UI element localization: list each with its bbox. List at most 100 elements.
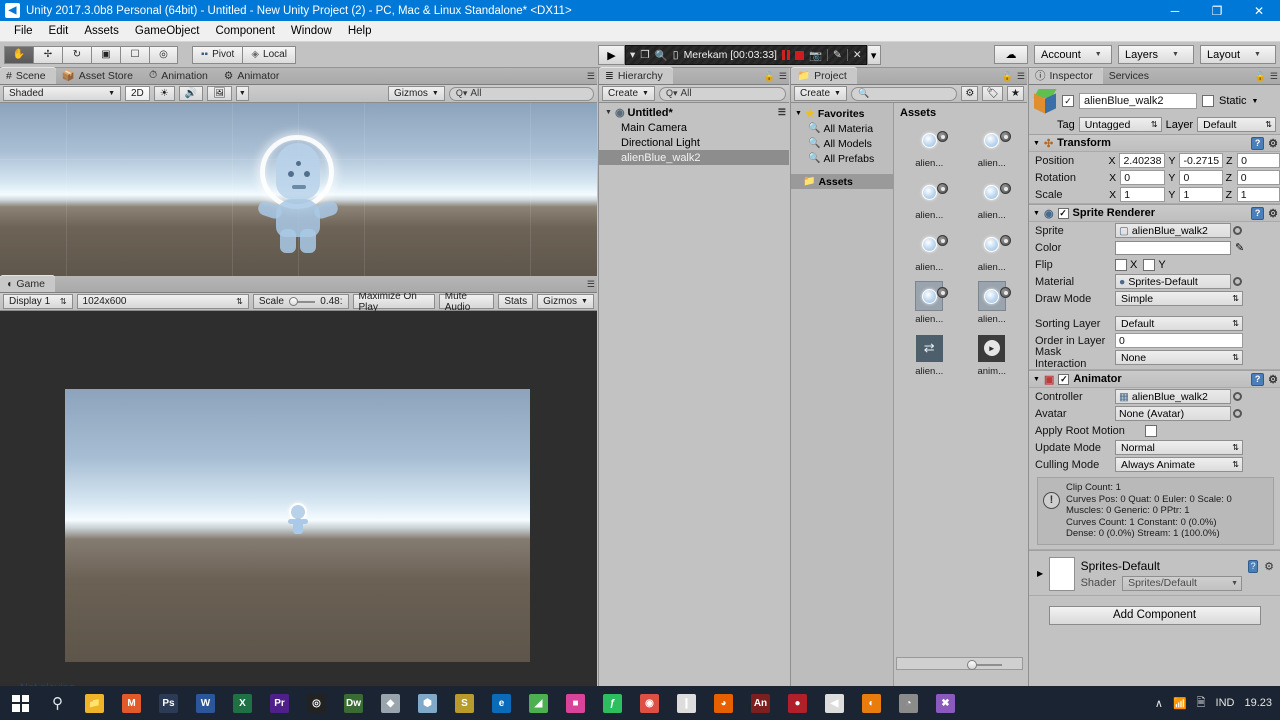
tab-scene[interactable]: # Scene xyxy=(0,67,56,84)
scale-y-field[interactable]: 1 xyxy=(1179,187,1223,202)
rotation-x-field[interactable]: 0 xyxy=(1120,170,1166,185)
recorder-camera-icon[interactable]: 📷 xyxy=(809,49,822,62)
recorder-window-icon[interactable]: ❐ xyxy=(640,49,649,61)
tab-services[interactable]: Services xyxy=(1103,68,1159,84)
flip-y-checkbox[interactable] xyxy=(1143,258,1156,271)
update-mode-dropdown[interactable]: Normal ⇅ xyxy=(1115,440,1243,455)
filter-label-icon[interactable]: 🏷 xyxy=(982,86,1004,101)
recorder-dropdown-icon[interactable]: ▾ xyxy=(630,49,635,61)
sprite-picker-icon[interactable] xyxy=(1233,226,1242,235)
tag-dropdown[interactable]: Untagged ⇅ xyxy=(1078,117,1162,132)
chevron-down-icon[interactable]: ▼ xyxy=(1033,140,1040,147)
root-motion-checkbox[interactable] xyxy=(1145,424,1157,437)
tab-hierarchy[interactable]: ≣ Hierarchy xyxy=(599,67,673,84)
recorder-zoom-icon[interactable]: 🔍 xyxy=(655,49,668,62)
taskbar-search-icon[interactable]: ⚲ xyxy=(39,686,76,720)
menu-window[interactable]: Window xyxy=(283,23,340,39)
sprite-renderer-header[interactable]: ▼ ◉ ✓ Sprite Renderer ? ⚙ xyxy=(1029,205,1280,222)
taskbar-app-dreamweaver[interactable]: Dw xyxy=(335,686,372,720)
scale-knob[interactable] xyxy=(288,297,298,306)
asset-item[interactable]: alien... xyxy=(961,175,1024,221)
chevron-right-icon[interactable]: ▶ xyxy=(1037,569,1043,578)
tab-inspector[interactable]: ⓘ Inspector xyxy=(1029,68,1103,84)
gizmos-dropdown[interactable]: Gizmos ▼ xyxy=(388,86,445,101)
flip-x-checkbox[interactable] xyxy=(1115,258,1127,271)
tab-game[interactable]: ◖ Game xyxy=(0,275,55,292)
gear-icon[interactable]: ⚙ xyxy=(1268,137,1278,150)
asset-item[interactable]: alien... xyxy=(961,123,1024,169)
tab-asset-store[interactable]: 📦 Asset Store xyxy=(56,67,143,84)
hierarchy-panel-menu[interactable]: 🔓 ☰ xyxy=(764,71,787,82)
game-gizmos-dropdown[interactable]: Gizmos ▼ xyxy=(537,294,594,309)
draw-mode-dropdown[interactable]: Simple ⇅ xyxy=(1115,291,1243,306)
avatar-picker-icon[interactable] xyxy=(1233,409,1242,418)
position-y-field[interactable]: -0.2715 xyxy=(1179,153,1224,168)
controller-picker-icon[interactable] xyxy=(1233,392,1242,401)
taskbar-app-sublime[interactable]: S xyxy=(446,686,483,720)
static-dropdown-icon[interactable]: ▼ xyxy=(1252,98,1259,105)
scene-lighting-icon[interactable]: ☀ xyxy=(153,86,175,101)
avatar-object-field[interactable]: None (Avatar) xyxy=(1115,406,1231,421)
menu-help[interactable]: Help xyxy=(340,23,380,39)
recorder-pen-icon[interactable]: ✎ xyxy=(833,49,842,61)
taskbar-app-adobe-reader[interactable]: ❙ xyxy=(668,686,705,720)
local-toggle[interactable]: ◈ Local xyxy=(242,45,296,64)
scene-menu-icon[interactable]: ☰ xyxy=(778,107,786,118)
project-panel-menu[interactable]: 🔓 ☰ xyxy=(1002,71,1025,82)
move-tool-icon[interactable]: ✢ xyxy=(33,45,62,64)
game-viewport[interactable] xyxy=(0,311,597,686)
menu-file[interactable]: File xyxy=(6,23,41,39)
rotation-y-field[interactable]: 0 xyxy=(1179,170,1223,185)
resolution-dropdown[interactable]: 1024x600 ⇅ xyxy=(76,294,249,309)
tab-project[interactable]: 📁 Project xyxy=(791,67,857,84)
close-button[interactable]: ✕ xyxy=(1238,0,1280,21)
recorder-stop-icon[interactable] xyxy=(794,50,804,60)
scene-viewport[interactable] xyxy=(0,103,597,276)
project-tree-assets[interactable]: 📁 Assets xyxy=(791,174,893,189)
sprite-renderer-enabled-checkbox[interactable]: ✓ xyxy=(1057,207,1069,219)
recorder-pause-icon[interactable] xyxy=(781,50,790,60)
animator-header[interactable]: ▼ ▣ ✓ Animator ? ⚙ xyxy=(1029,371,1280,388)
taskbar-app-mendeley[interactable]: M xyxy=(113,686,150,720)
asset-item[interactable]: alien... xyxy=(961,227,1024,273)
recorder-close-icon[interactable]: ✕ xyxy=(853,49,862,61)
project-zoom-knob[interactable] xyxy=(967,660,977,670)
tab-animator[interactable]: ⚙ Animator xyxy=(218,67,289,84)
play-button[interactable]: ▶ xyxy=(598,45,625,65)
gear-icon[interactable]: ⚙ xyxy=(1268,373,1278,386)
rotation-z-field[interactable]: 0 xyxy=(1236,170,1280,185)
maximize-button[interactable]: ❐ xyxy=(1196,0,1238,21)
sorting-layer-dropdown[interactable]: Default ⇅ xyxy=(1115,316,1243,331)
scale-tool-icon[interactable]: ▣ xyxy=(91,45,120,64)
asset-item[interactable]: alien... xyxy=(898,175,961,221)
controller-object-field[interactable]: ▦ alienBlue_walk2 xyxy=(1115,389,1231,404)
chevron-down-icon[interactable]: ▼ xyxy=(605,109,612,116)
account-dropdown[interactable]: Account ▼ xyxy=(1034,45,1112,64)
inspector-panel-menu[interactable]: 🔓 ☰ xyxy=(1255,71,1278,82)
taskbar-app-photoshop[interactable]: Ps xyxy=(150,686,187,720)
project-favorite-all-prefabs[interactable]: 🔍 All Prefabs xyxy=(791,151,893,166)
asset-item-controller[interactable]: ⇄ alien... xyxy=(898,331,961,377)
taskbar-app-visual-studio[interactable]: ✖ xyxy=(927,686,964,720)
object-enabled-checkbox[interactable]: ✓ xyxy=(1062,95,1074,107)
hierarchy-create-button[interactable]: Create ▼ xyxy=(602,86,655,101)
menu-assets[interactable]: Assets xyxy=(76,23,127,39)
clock[interactable]: 19.23 xyxy=(1244,697,1272,709)
hierarchy-item-alienblue-walk2[interactable]: alienBlue_walk2 xyxy=(599,150,789,165)
position-z-field[interactable]: 0 xyxy=(1237,153,1280,168)
scene-fx-icon[interactable]: 🖼 xyxy=(207,86,232,101)
chevron-down-icon[interactable]: ▼ xyxy=(795,110,802,117)
project-search-input[interactable]: 🔍 xyxy=(850,86,958,101)
stats-toggle[interactable]: Stats xyxy=(498,294,534,309)
tray-chevron-icon[interactable]: ∧ xyxy=(1155,697,1163,710)
taskbar-app-color-app[interactable]: ■ xyxy=(557,686,594,720)
lock-icon[interactable]: 🔓 xyxy=(1255,71,1266,82)
project-create-button[interactable]: Create ▼ xyxy=(794,86,847,101)
shading-mode-dropdown[interactable]: Shaded ▼ xyxy=(3,86,121,101)
pivot-toggle[interactable]: ▪▪ Pivot xyxy=(192,45,243,64)
material-picker-icon[interactable] xyxy=(1233,277,1242,286)
taskbar-app-green-app[interactable]: ◢ xyxy=(520,686,557,720)
help-icon[interactable]: ? xyxy=(1251,206,1265,220)
position-x-field[interactable]: 2.40238 xyxy=(1119,153,1166,168)
scale-z-field[interactable]: 1 xyxy=(1236,187,1280,202)
